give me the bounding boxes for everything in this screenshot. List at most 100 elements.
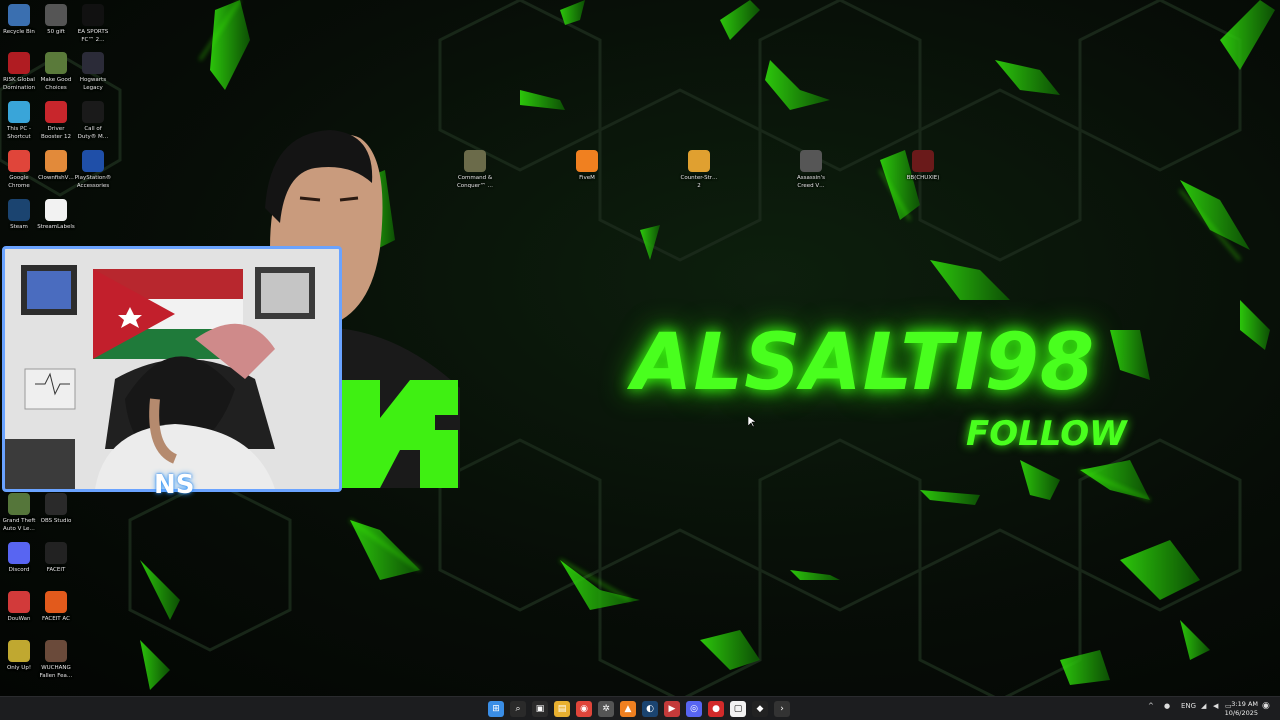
desktop-shortcut[interactable]: Steam bbox=[0, 199, 38, 231]
desktop-shortcut[interactable]: Call of Duty® M… bbox=[74, 101, 112, 141]
desktop-shortcut[interactable]: Hogwarts Legacy bbox=[74, 52, 112, 92]
desktop-shortcut[interactable]: This PC - Shortcut bbox=[0, 101, 38, 141]
clock-date: 10/6/2025 bbox=[1224, 709, 1258, 717]
desktop-shortcut-label: Assassin's Creed V… bbox=[797, 175, 825, 189]
desktop-shortcut-label: Hogwarts Legacy bbox=[79, 77, 107, 91]
desktop-shortcut[interactable]: OBS Studio bbox=[37, 493, 75, 525]
desktop-shortcut[interactable]: PlayStation® Accessories bbox=[74, 150, 112, 190]
taskbar-start-icon[interactable]: ⊞ bbox=[488, 701, 504, 717]
fivem-icon bbox=[576, 150, 598, 172]
desktop-shortcut-label: FACEIT bbox=[46, 567, 66, 573]
steam-icon bbox=[8, 199, 30, 221]
desktop-shortcut[interactable]: Google Chrome bbox=[0, 150, 38, 190]
taskbar-search-icon[interactable]: ⌕ bbox=[510, 701, 526, 717]
desktop-shortcut-label: StreamLabels bbox=[37, 224, 75, 230]
desktop-shortcut-label: Discord bbox=[8, 567, 30, 573]
risk-icon bbox=[8, 52, 30, 74]
discord-icon bbox=[8, 542, 30, 564]
taskbar-fivem-icon[interactable]: ▲ bbox=[620, 701, 636, 717]
taskbar-terminal-icon[interactable]: › bbox=[774, 701, 790, 717]
desktop-shortcut-label: ClownfishV… bbox=[38, 175, 74, 181]
desktop-shortcut[interactable]: Only Up! bbox=[0, 640, 38, 672]
taskbar-streamlabels-icon[interactable]: ▢ bbox=[730, 701, 746, 717]
desktop-shortcut[interactable]: Driver Booster 12 bbox=[37, 101, 75, 141]
volume-icon[interactable]: ◀ bbox=[1213, 702, 1218, 710]
driver-booster-icon bbox=[45, 101, 67, 123]
desktop-shortcut[interactable]: EA SPORTS FC™ 2… bbox=[74, 4, 112, 44]
desktop-shortcut[interactable]: RISK Global Domination bbox=[0, 52, 38, 92]
streamlabels-icon bbox=[45, 199, 67, 221]
desktop-shortcut-label: Call of Duty® M… bbox=[77, 126, 109, 140]
clock-time: 3:19 AM bbox=[1231, 700, 1258, 708]
desktop-shortcut-label: FACEIT AC bbox=[42, 616, 70, 622]
desktop-shortcut-label: PlayStation® Accessories bbox=[74, 175, 112, 189]
desktop-shortcut-label: 50 gift bbox=[47, 29, 65, 35]
desktop-shortcut[interactable]: StreamLabels bbox=[37, 199, 75, 231]
desktop-shortcut-label: RISK Global Domination bbox=[3, 77, 35, 91]
desktop-shortcut[interactable]: Recycle Bin bbox=[0, 4, 38, 36]
webcam-overlay bbox=[2, 246, 342, 492]
make-good-choices-icon bbox=[45, 52, 67, 74]
taskbar-file-explorer-icon[interactable]: ▤ bbox=[554, 701, 570, 717]
desktop-shortcut-label: Driver Booster 12 bbox=[41, 126, 71, 140]
taskbar-discord-icon[interactable]: ◎ bbox=[686, 701, 702, 717]
desktop-shortcut-label: ВВ(CHUXIE) bbox=[906, 175, 940, 181]
channel-name-title: ALSALTI98 bbox=[632, 318, 1096, 408]
desktop-shortcut-label: Recycle Bin bbox=[3, 29, 35, 35]
desktop-shortcut[interactable]: WUCHANG Fallen Fea… bbox=[37, 640, 75, 680]
command-conquer-icon bbox=[464, 150, 486, 172]
wifi-icon[interactable]: ◢ bbox=[1201, 702, 1206, 710]
taskbar-settings-icon[interactable]: ✲ bbox=[598, 701, 614, 717]
desktop-shortcut[interactable]: Grand Theft Auto V Le… bbox=[0, 493, 38, 533]
taskbar-streaming-app-icon[interactable]: ▶ bbox=[664, 701, 680, 717]
tray-overflow-chevron-icon[interactable]: ^ bbox=[1148, 702, 1154, 710]
wuchang-icon bbox=[45, 640, 67, 662]
counter-strike-2-icon bbox=[688, 150, 710, 172]
call-of-duty-icon bbox=[82, 101, 104, 123]
notification-bell-icon[interactable]: ◉ bbox=[1262, 701, 1270, 711]
assassins-creed-icon bbox=[800, 150, 822, 172]
faceit-icon bbox=[45, 542, 67, 564]
desktop-shortcut-label: Make Good Choices bbox=[40, 77, 72, 91]
playstation-accessories-icon bbox=[82, 150, 104, 172]
mouse-cursor-icon bbox=[748, 416, 756, 428]
desktop-shortcut[interactable]: FiveM bbox=[560, 150, 614, 182]
language-indicator[interactable]: ENG bbox=[1181, 702, 1196, 710]
webcam-logo: NS bbox=[154, 470, 195, 500]
gta-v-icon bbox=[8, 493, 30, 515]
desktop-shortcut[interactable]: Counter-Str… 2 bbox=[672, 150, 726, 190]
desktop-shortcut-label: Grand Theft Auto V Le… bbox=[2, 518, 36, 532]
douwan-icon bbox=[8, 591, 30, 613]
desktop-shortcut[interactable]: 50 gift bbox=[37, 4, 75, 36]
recycle-bin-icon bbox=[8, 4, 30, 26]
desktop-shortcut[interactable]: ClownfishV… bbox=[37, 150, 75, 182]
desktop-shortcut-label: Command & Conquer™ … bbox=[456, 175, 494, 189]
desktop-shortcut-label: OBS Studio bbox=[40, 518, 72, 524]
desktop-shortcut[interactable]: Assassin's Creed V… bbox=[784, 150, 838, 190]
desktop-shortcut[interactable]: Discord bbox=[0, 542, 38, 574]
obs-studio-icon bbox=[45, 493, 67, 515]
clownfish-icon bbox=[45, 150, 67, 172]
taskbar-steam-icon[interactable]: ◐ bbox=[642, 701, 658, 717]
desktop-shortcut[interactable]: Make Good Choices bbox=[37, 52, 75, 92]
taskbar: ⊞ ⌕ ▣ ▤ ◉ ✲ ▲ ◐ ▶ ◎ ● ▢ ◆ › ^ ● ENG ◢ ◀ ▭ 3:19 AM 10/… bbox=[0, 696, 1280, 720]
taskbar-chrome-icon[interactable]: ◉ bbox=[576, 701, 592, 717]
desktop-shortcut-label: EA SPORTS FC™ 2… bbox=[77, 29, 109, 43]
desktop-shortcut-label: WUCHANG Fallen Fea… bbox=[39, 665, 73, 679]
taskbar-red-app-icon[interactable]: ● bbox=[708, 701, 724, 717]
desktop[interactable]: NS ALSALTI98 FOLLOW Recycle Bin 50 gift EA… bbox=[0, 0, 1280, 696]
clock[interactable]: 3:19 AM 10/6/2025 bbox=[1225, 700, 1258, 718]
desktop-shortcut[interactable]: Command & Conquer™ … bbox=[448, 150, 502, 190]
desktop-shortcut-label: Steam bbox=[10, 224, 28, 230]
only-up-icon bbox=[8, 640, 30, 662]
desktop-shortcut-label: This PC - Shortcut bbox=[7, 126, 31, 140]
desktop-shortcut[interactable]: FACEIT AC bbox=[37, 591, 75, 623]
ea-sports-fc-icon bbox=[82, 4, 104, 26]
desktop-shortcut[interactable]: FACEIT bbox=[37, 542, 75, 574]
taskbar-task-view-icon[interactable]: ▣ bbox=[532, 701, 548, 717]
taskbar-faceit-icon[interactable]: ◆ bbox=[752, 701, 768, 717]
desktop-shortcut[interactable]: DouWan bbox=[0, 591, 38, 623]
microphone-icon[interactable]: ● bbox=[1164, 702, 1170, 710]
desktop-shortcut[interactable]: ВВ(CHUXIE) bbox=[896, 150, 950, 182]
desktop-shortcut-label: FiveM bbox=[579, 175, 595, 181]
